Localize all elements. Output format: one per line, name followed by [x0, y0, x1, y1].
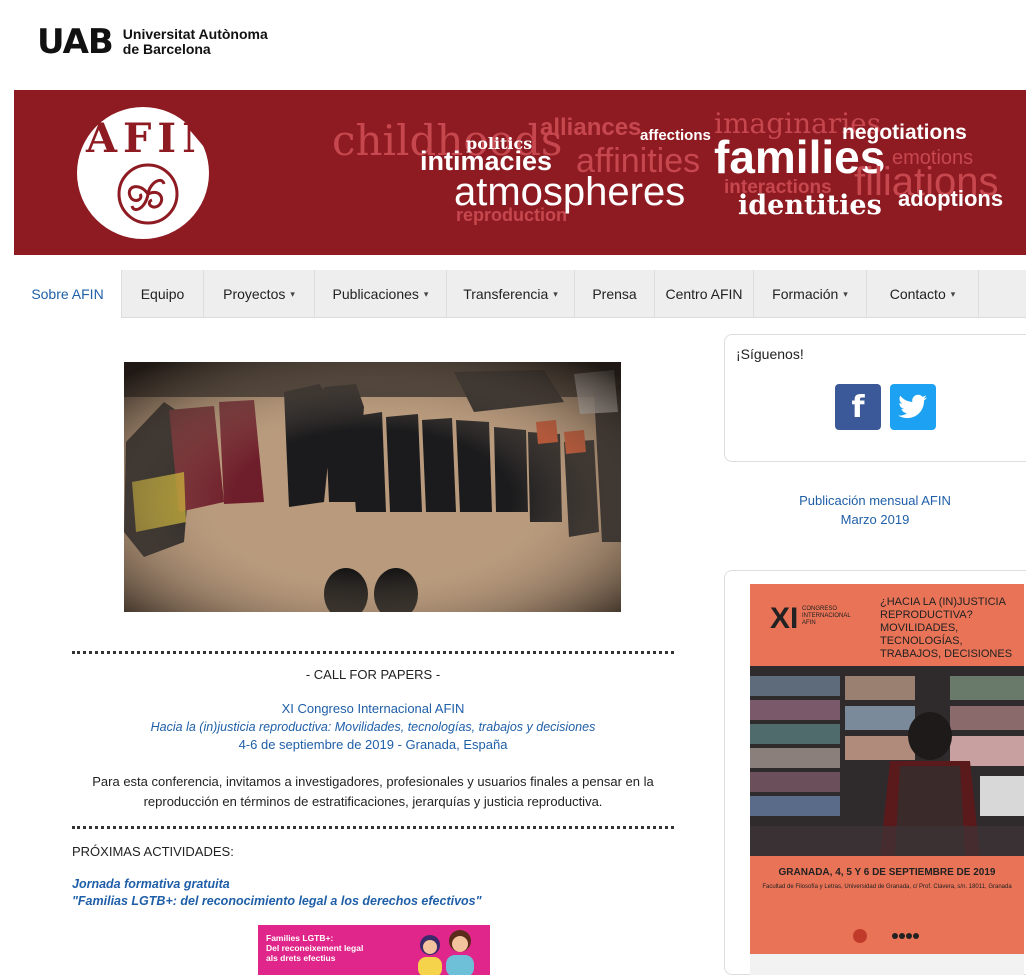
nav-label: Prensa [592, 286, 637, 302]
nav-label: Publicaciones [332, 286, 419, 302]
poster-logos-icon [853, 929, 919, 943]
banner-word: adoptions [898, 186, 1004, 211]
triskele-icon [117, 163, 179, 225]
twitter-bird-icon [898, 394, 927, 419]
nav-item-formacion[interactable]: Formación ▾ [754, 270, 867, 318]
nav-label: Formación [772, 286, 839, 302]
poster-title-line: ¿HACIA LA (IN)JUSTICIA [880, 596, 1006, 608]
afin-banner[interactable]: AFIN childhoods politics alliances affec… [14, 90, 1026, 255]
banner-word: affections [640, 127, 711, 144]
banner-word: reproduction [456, 205, 567, 225]
call-for-papers-heading: - CALL FOR PAPERS - [305, 667, 441, 682]
publication-line-1[interactable]: Publicación mensual AFIN [724, 491, 1026, 510]
conference-text-line-2: reproducción en términos de estratificac… [143, 794, 603, 809]
poster-title-line: TRABAJOS, DECISIONES [880, 648, 1013, 660]
proximas-actividades-heading: PRÓXIMAS ACTIVIDADES: [72, 844, 234, 859]
caret-down-icon: ▾ [950, 288, 956, 299]
poster-title-line: MOVILIDADES, [880, 622, 959, 634]
jornada-line-2[interactable]: "Familias LGTB+: del reconocimiento lega… [72, 893, 482, 910]
uab-header[interactable]: UAB Universitat Autònoma de Barcelona [37, 22, 268, 62]
university-line-1: Universitat Autònoma [122, 26, 268, 42]
nav-label: Contacto [889, 286, 946, 302]
card-line-1: Families LGTB+: [266, 933, 334, 943]
facebook-icon[interactable]: f [835, 384, 881, 430]
poster-title-line: TECNOLOGÍAS, [880, 635, 963, 647]
nav-item-contacto[interactable]: Contacto ▾ [867, 270, 979, 318]
congress-dates[interactable]: 4-6 de septiembre de 2019 - Granada, Esp… [72, 736, 674, 754]
university-line-2: de Barcelona [122, 41, 211, 57]
university-name: Universitat Autònoma de Barcelona [123, 27, 268, 57]
dotted-divider [72, 651, 674, 654]
follow-heading: ¡Síguenos! [736, 346, 804, 362]
nav-item-centro-afin[interactable]: Centro AFIN [655, 270, 754, 318]
congress-title[interactable]: XI Congreso Internacional AFIN [72, 700, 674, 718]
conference-description: Para esta conferencia, invitamos a inves… [72, 772, 674, 812]
poster-small-line: CONGRESO [802, 606, 838, 612]
shoes-photo-graphic [124, 362, 621, 612]
congress-subtitle[interactable]: Hacia la (in)justicia reproductiva: Movi… [72, 718, 674, 736]
poster-photo [750, 666, 1024, 856]
caret-down-icon: ▾ [843, 288, 848, 299]
families-lgtb-card[interactable]: Families LGTB+: Del reconeixement legal … [258, 925, 490, 975]
jornada-link[interactable]: Jornada formativa gratuita "Familias LGT… [72, 876, 482, 910]
nav-label: Centro AFIN [665, 286, 743, 302]
nav-item-proyectos[interactable]: Proyectos ▾ [204, 270, 315, 318]
publication-line-2[interactable]: Marzo 2019 [724, 510, 1026, 529]
poster-date: GRANADA, 4, 5 Y 6 DE SEPTIEMBRE DE 2019 [778, 867, 996, 878]
nav-item-sobre-afin[interactable]: Sobre AFIN [14, 270, 122, 318]
nav-label: Equipo [140, 286, 185, 302]
nav-item-transferencia[interactable]: Transferencia ▾ [447, 270, 575, 318]
afin-logo-text: AFIN [86, 115, 225, 162]
uab-logo[interactable]: UAB [37, 22, 114, 62]
families-lgtb-card-text: Families LGTB+: Del reconeixement legal … [266, 933, 363, 963]
poster-small-line: AFIN [802, 620, 816, 626]
twitter-icon[interactable] [890, 384, 936, 430]
shoes-photo [124, 362, 621, 612]
poster-small-line: INTERNACIONAL [802, 613, 851, 619]
congress-poster[interactable]: XI CONGRESO INTERNACIONAL AFIN ¿HACIA LA… [750, 584, 1024, 975]
nav-item-publicaciones[interactable]: Publicaciones ▾ [315, 270, 447, 318]
main-nav: Sobre AFIN Equipo Proyectos ▾ Publicacion… [14, 270, 1026, 318]
banner-word: identities [738, 190, 882, 221]
card-line-3: als drets efectius [266, 953, 336, 963]
caret-down-icon: ▾ [553, 288, 558, 299]
poster-title: ¿HACIA LA (IN)JUSTICIA REPRODUCTIVA? MOV… [880, 596, 1012, 661]
family-illustration-icon [418, 930, 474, 975]
poster-photo-graphic [750, 666, 1024, 856]
caret-down-icon: ▾ [290, 288, 295, 299]
dotted-divider [72, 826, 674, 829]
conference-text-line-1: Para esta conferencia, invitamos a inves… [92, 774, 654, 789]
monthly-publication-link[interactable]: Publicación mensual AFIN Marzo 2019 [724, 491, 1026, 529]
poster-title-line: REPRODUCTIVA? [880, 609, 973, 621]
poster-xi: XI [770, 602, 799, 635]
poster-sponsors-strip [750, 954, 1024, 975]
nav-item-prensa[interactable]: Prensa [575, 270, 655, 318]
nav-label: Transferencia [463, 286, 549, 302]
poster-small-text: CONGRESO INTERNACIONAL AFIN [802, 606, 851, 627]
congress-announcement[interactable]: XI Congreso Internacional AFIN Hacia la … [72, 700, 674, 754]
jornada-line-1[interactable]: Jornada formativa gratuita [72, 876, 482, 893]
banner-word: alliances [540, 114, 642, 141]
nav-label: Proyectos [223, 286, 286, 302]
nav-label: Sobre AFIN [31, 286, 104, 302]
caret-down-icon: ▾ [423, 288, 429, 299]
nav-item-equipo[interactable]: Equipo [122, 270, 204, 318]
card-line-2: Del reconeixement legal [266, 943, 364, 953]
poster-faculty: Facultad de Filosofía y Letras, Universi… [762, 884, 1012, 890]
